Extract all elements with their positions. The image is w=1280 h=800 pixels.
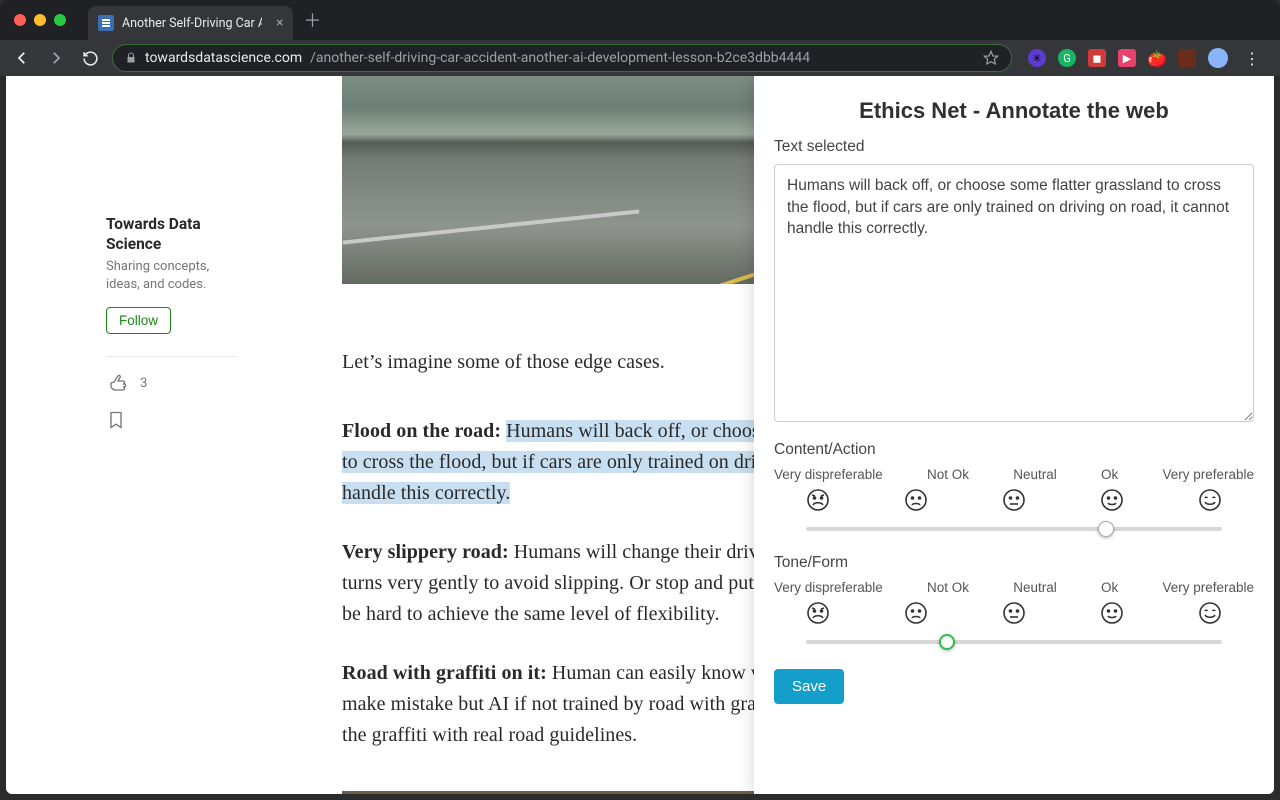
scale-label: Very preferable	[1162, 580, 1254, 595]
publication-tagline: Sharing concepts, ideas, and codes.	[106, 258, 236, 293]
face-not-ok-icon	[904, 601, 928, 625]
face-not-ok-icon	[904, 488, 928, 512]
panel-title: Ethics Net - Annotate the web	[774, 98, 1254, 124]
scale-label: Very dispreferable	[774, 580, 883, 595]
content-action-label: Content/Action	[774, 441, 1254, 459]
divider	[106, 356, 236, 357]
content-slider[interactable]	[806, 518, 1222, 540]
scale-label: Ok	[1101, 580, 1118, 595]
face-very-preferable-icon	[1198, 601, 1222, 625]
window-title-bar: Another Self-Driving Car Accide × ＋	[0, 0, 1280, 40]
article-sidebar: Towards Data Science Sharing concepts, i…	[106, 214, 236, 431]
tone-slider-thumb[interactable]	[939, 634, 955, 650]
follow-button[interactable]: Follow	[106, 307, 171, 334]
clap-row: 3	[106, 371, 236, 395]
scale-label: Very preferable	[1162, 467, 1254, 482]
extension-icon[interactable]: G	[1058, 49, 1076, 67]
face-very-dispreferable-icon	[806, 488, 830, 512]
content-slider-thumb[interactable]	[1098, 521, 1114, 537]
bookmark-star-icon[interactable]	[983, 50, 999, 66]
clap-count: 3	[140, 376, 147, 391]
content-faces-row	[774, 488, 1254, 512]
traffic-lights	[14, 14, 66, 26]
scale-label: Neutral	[1013, 467, 1057, 482]
extension-icon[interactable]: ✳	[1028, 49, 1046, 67]
extension-tray: ✳ G ◼ ▶ 🍅 ⋮	[1022, 48, 1270, 68]
extension-icon[interactable]: ▶	[1118, 49, 1136, 67]
page-viewport: Towards Data Science Sharing concepts, i…	[6, 76, 1274, 794]
scale-label: Not Ok	[927, 580, 969, 595]
selected-text-textarea[interactable]	[774, 164, 1254, 422]
back-button[interactable]	[10, 46, 34, 70]
tone-form-label: Tone/Form	[774, 554, 1254, 572]
lock-icon	[125, 52, 137, 64]
extension-icon[interactable]: 🍅	[1148, 49, 1166, 67]
publication-name[interactable]: Towards Data Science	[106, 214, 236, 254]
annotation-panel: Ethics Net - Annotate the web Text selec…	[754, 76, 1274, 794]
extension-icon[interactable]	[1178, 49, 1196, 67]
minimize-window-button[interactable]	[34, 14, 46, 26]
tab-favicon-icon	[98, 15, 114, 31]
text-selected-label: Text selected	[774, 138, 1254, 156]
scale-label: Neutral	[1013, 580, 1057, 595]
face-very-preferable-icon	[1198, 488, 1222, 512]
browser-toolbar: towardsdatascience.com/another-self-driv…	[0, 40, 1280, 76]
url-path: /another-self-driving-car-accident-anoth…	[310, 50, 810, 66]
bookmark-icon[interactable]	[106, 409, 236, 431]
paragraph-lead: Very slippery road:	[342, 541, 514, 563]
scale-label: Not Ok	[927, 467, 969, 482]
face-ok-icon	[1100, 488, 1124, 512]
tab-title: Another Self-Driving Car Accide	[122, 16, 262, 31]
face-neutral-icon	[1002, 601, 1026, 625]
reload-button[interactable]	[78, 46, 102, 70]
content-scale-labels: Very dispreferable Not Ok Neutral Ok Ver…	[774, 467, 1254, 482]
browser-menu-button[interactable]: ⋮	[1240, 49, 1264, 68]
face-very-dispreferable-icon	[806, 601, 830, 625]
tone-scale-labels: Very dispreferable Not Ok Neutral Ok Ver…	[774, 580, 1254, 595]
face-ok-icon	[1100, 601, 1124, 625]
face-neutral-icon	[1002, 488, 1026, 512]
tone-slider[interactable]	[806, 631, 1222, 653]
clap-icon[interactable]	[106, 371, 130, 395]
browser-tab[interactable]: Another Self-Driving Car Accide ×	[88, 6, 293, 40]
new-tab-button[interactable]: ＋	[303, 7, 321, 33]
url-host: towardsdatascience.com	[145, 50, 302, 66]
profile-avatar[interactable]	[1208, 48, 1228, 68]
close-window-button[interactable]	[14, 14, 26, 26]
tone-faces-row	[774, 601, 1254, 625]
paragraph-lead: Road with graffiti on it:	[342, 662, 552, 684]
forward-button[interactable]	[44, 46, 68, 70]
scale-label: Ok	[1101, 467, 1118, 482]
scale-label: Very dispreferable	[774, 467, 883, 482]
maximize-window-button[interactable]	[54, 14, 66, 26]
tab-close-icon[interactable]: ×	[276, 15, 283, 31]
paragraph-lead: Flood on the road:	[342, 420, 506, 442]
save-button[interactable]: Save	[774, 669, 844, 704]
extension-icon[interactable]: ◼	[1088, 49, 1106, 67]
address-bar[interactable]: towardsdatascience.com/another-self-driv…	[112, 44, 1012, 72]
